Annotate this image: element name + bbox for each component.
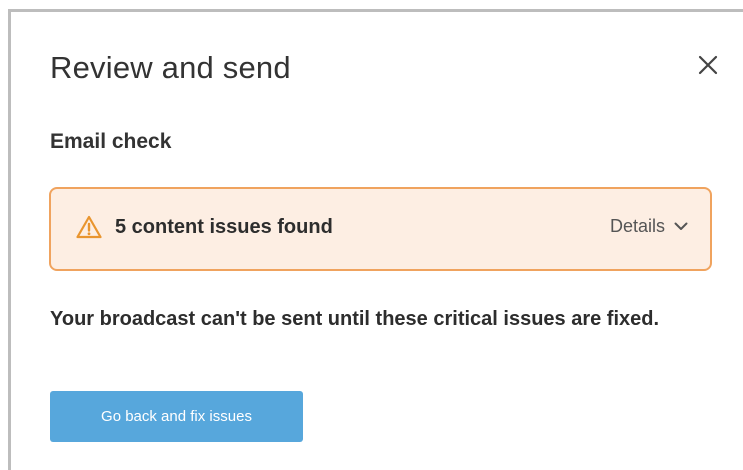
close-button[interactable] xyxy=(691,48,725,82)
content-issues-alert: 5 content issues found Details xyxy=(49,187,712,271)
review-and-send-dialog: Review and send Email check 5 content is… xyxy=(8,9,743,470)
blocking-issues-message: Your broadcast can't be sent until these… xyxy=(50,308,660,330)
go-back-and-fix-issues-button[interactable]: Go back and fix issues xyxy=(50,391,303,442)
warning-triangle-icon xyxy=(76,215,102,239)
email-check-heading: Email check xyxy=(50,130,172,153)
dialog-title: Review and send xyxy=(50,50,291,85)
chevron-down-icon xyxy=(674,222,688,230)
screen: Review and send Email check 5 content is… xyxy=(0,0,743,470)
close-icon xyxy=(698,55,718,75)
alert-message: 5 content issues found xyxy=(115,216,333,238)
details-label: Details xyxy=(609,216,665,236)
details-toggle[interactable]: Details xyxy=(610,216,688,237)
